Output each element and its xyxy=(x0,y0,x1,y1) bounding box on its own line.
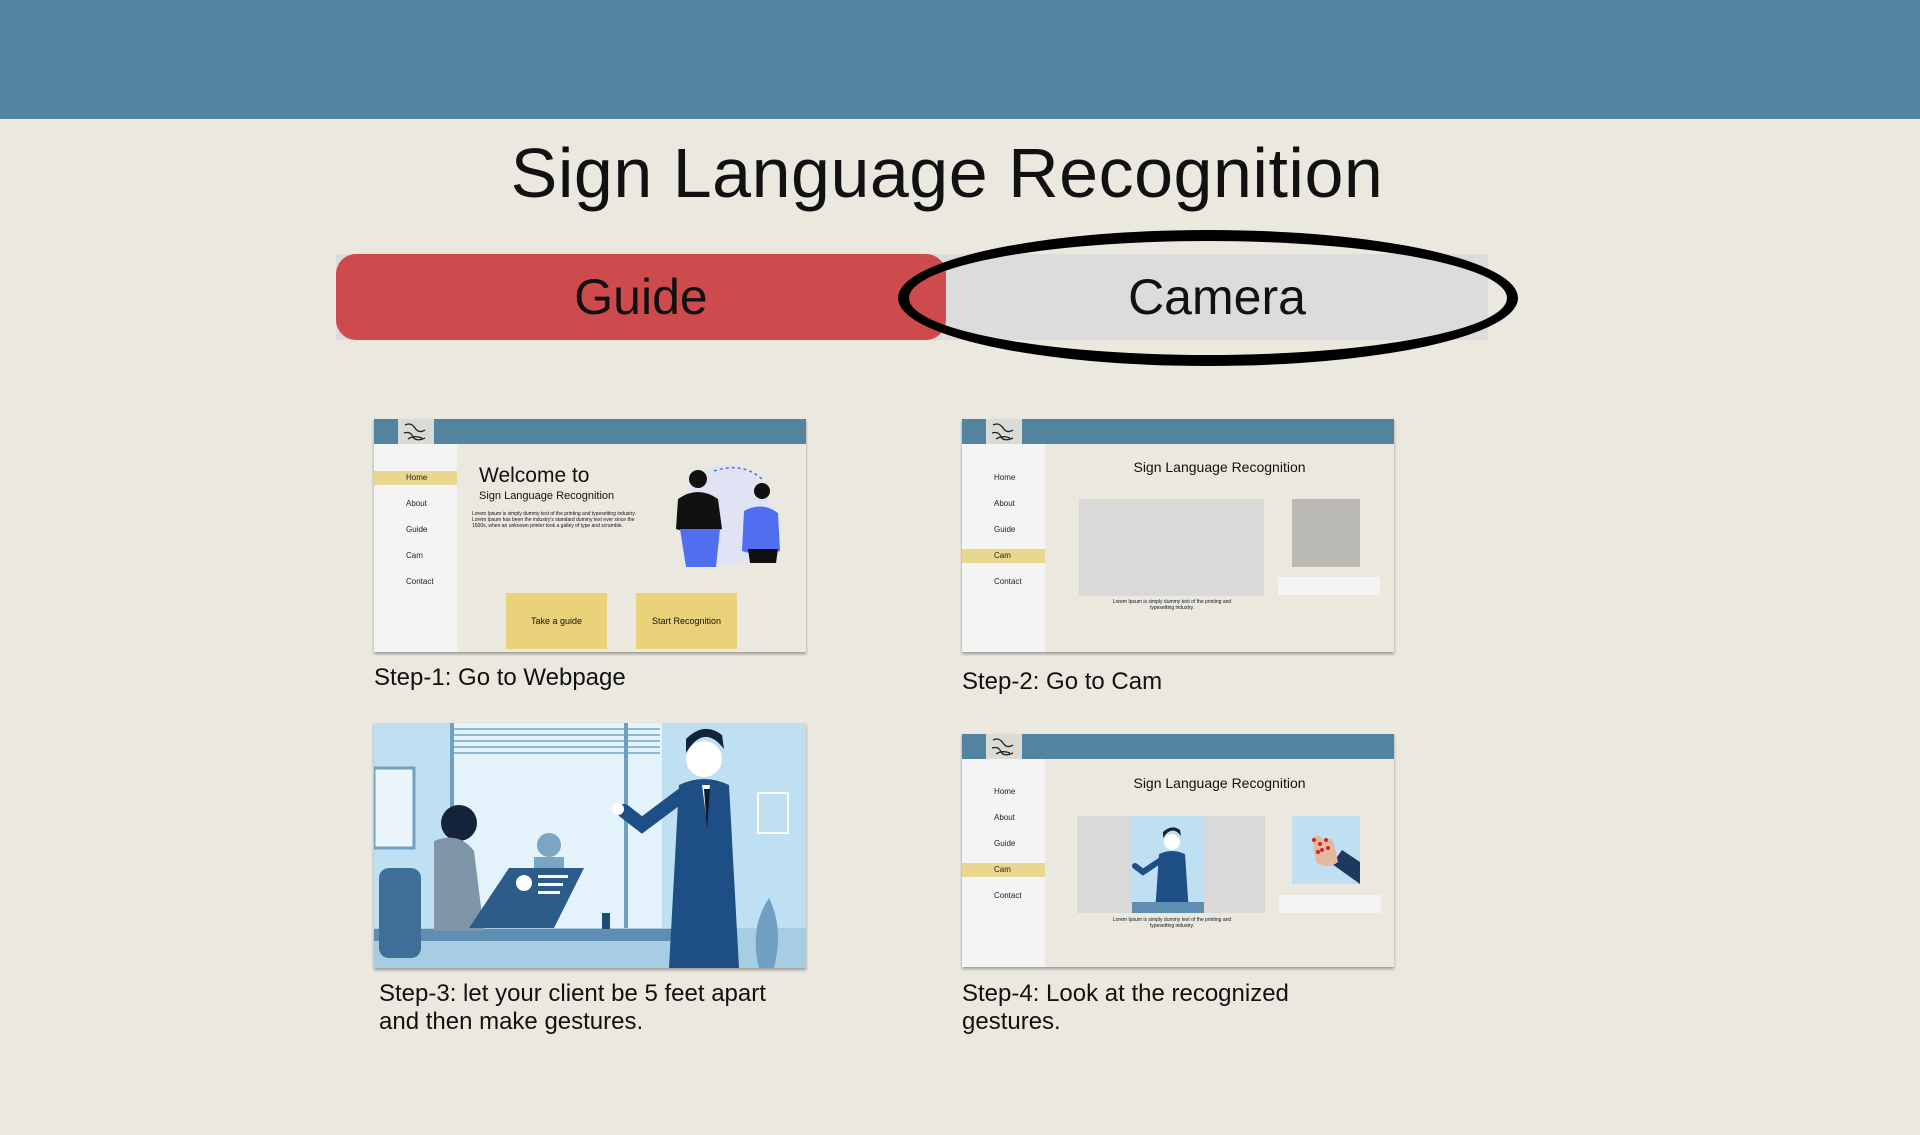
step3-illustration xyxy=(374,723,806,968)
mini-sidebar: Home About Guide Cam Contact xyxy=(962,444,1045,652)
camera-feed xyxy=(1079,499,1264,596)
tab-guide[interactable]: Guide xyxy=(336,254,946,340)
camera-feed-image xyxy=(1132,816,1204,913)
tab-bar: Guide Camera xyxy=(336,254,1488,340)
welcome-subtitle: Sign Language Recognition xyxy=(479,490,615,502)
nav-about[interactable]: About xyxy=(962,497,1045,511)
people-illustration xyxy=(676,465,780,567)
prediction-box xyxy=(1292,499,1360,567)
nav-cam[interactable]: Cam xyxy=(962,863,1045,877)
nav-contact[interactable]: Contact xyxy=(962,889,1045,903)
mini-header xyxy=(962,734,1394,759)
nav-contact[interactable]: Contact xyxy=(962,575,1045,589)
nav-guide[interactable]: Guide xyxy=(374,523,457,537)
header-bar xyxy=(0,0,1920,119)
welcome-heading: Welcome to xyxy=(479,464,590,487)
start-recognition-button[interactable]: Start Recognition xyxy=(636,593,737,649)
mini-sidebar: Home About Guide Cam Contact xyxy=(374,444,457,652)
hand-gesture-image xyxy=(1312,835,1360,884)
take-guide-button[interactable]: Take a guide xyxy=(506,593,607,649)
mini-header xyxy=(962,419,1394,444)
cam-description: Lorem Ipsum is simply dummy text of the … xyxy=(1112,599,1232,611)
logo-icon xyxy=(986,734,1022,759)
welcome-body: Lorem Ipsum is simply dummy text of the … xyxy=(472,511,636,529)
step4-screenshot: Home About Guide Cam Contact Sign Langua… xyxy=(962,734,1394,967)
nav-guide[interactable]: Guide xyxy=(962,523,1045,537)
nav-home[interactable]: Home xyxy=(374,471,457,485)
nav-about[interactable]: About xyxy=(374,497,457,511)
step3-caption-line1: Step-3: let your client be 5 feet apart xyxy=(379,980,766,1007)
step2-screenshot: Home About Guide Cam Contact Sign Langua… xyxy=(962,419,1394,652)
tab-camera[interactable]: Camera xyxy=(946,254,1488,340)
step1-caption: Step-1: Go to Webpage xyxy=(374,664,626,691)
nav-guide[interactable]: Guide xyxy=(962,837,1045,851)
logo-icon xyxy=(398,419,434,444)
page-title: Sign Language Recognition xyxy=(510,134,1384,212)
nav-home[interactable]: Home xyxy=(962,471,1045,485)
step4-caption-line2: gestures. xyxy=(962,1008,1061,1035)
camera-feed xyxy=(1077,816,1265,913)
prediction-output xyxy=(1279,895,1381,913)
step2-caption: Step-2: Go to Cam xyxy=(962,668,1163,695)
step4-caption-line1: Step-4: Look at the recognized xyxy=(962,980,1289,1007)
nav-contact[interactable]: Contact xyxy=(374,575,457,589)
cam-description: Lorem Ipsum is simply dummy text of the … xyxy=(1112,917,1232,929)
nav-cam[interactable]: Cam xyxy=(962,549,1045,563)
prediction-box xyxy=(1292,816,1360,884)
cam-title: Sign Language Recognition xyxy=(1133,775,1306,791)
office-illustration xyxy=(374,723,806,968)
mini-header xyxy=(374,419,806,444)
logo-icon xyxy=(986,419,1022,444)
nav-about[interactable]: About xyxy=(962,811,1045,825)
prediction-output xyxy=(1278,577,1380,595)
step1-screenshot: Home About Guide Cam Contact Welcome to … xyxy=(374,419,806,652)
step3-caption-line2: and then make gestures. xyxy=(379,1008,644,1035)
cam-title: Sign Language Recognition xyxy=(1133,459,1306,475)
mini-sidebar: Home About Guide Cam Contact xyxy=(962,759,1045,967)
nav-home[interactable]: Home xyxy=(962,785,1045,799)
nav-cam[interactable]: Cam xyxy=(374,549,457,563)
